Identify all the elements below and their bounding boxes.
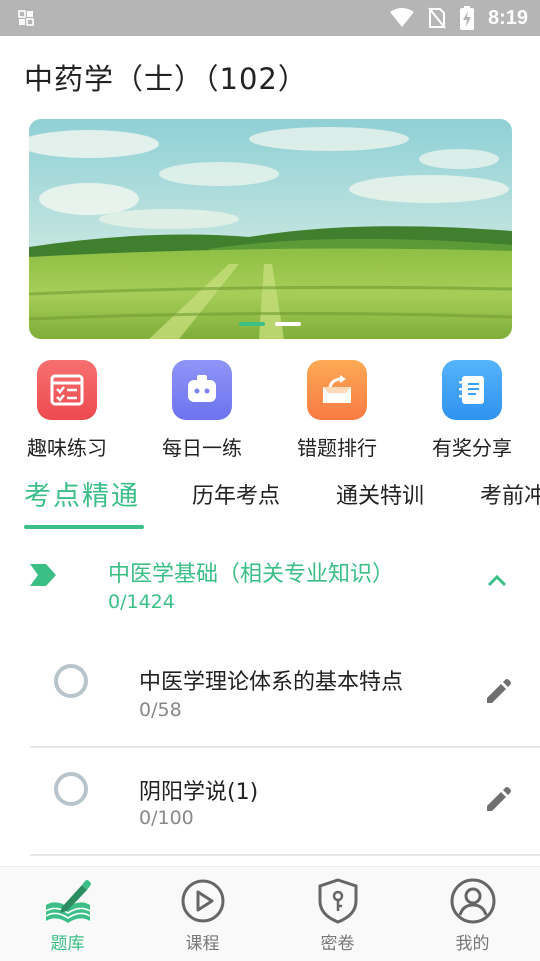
- carousel-dot: [275, 322, 301, 326]
- status-time: 8:19: [487, 6, 528, 29]
- divider: [30, 854, 540, 856]
- chapter-title: 中医学基础（相关专业知识）: [108, 562, 395, 587]
- wifi-icon: [389, 8, 414, 27]
- tab-final-sprint[interactable]: 考前冲刺: [480, 478, 540, 510]
- action-daily-practice[interactable]: 每日一练: [147, 360, 257, 461]
- pencil-icon[interactable]: [484, 786, 512, 814]
- status-bar: 8:19: [0, 0, 540, 36]
- banner-carousel[interactable]: [29, 119, 512, 339]
- action-fun-practice[interactable]: 趣味练习: [12, 360, 122, 461]
- nav-secret-papers[interactable]: 密卷: [270, 867, 405, 961]
- play-circle-icon: [181, 879, 225, 923]
- robot-icon: [172, 360, 232, 420]
- tab-active-indicator: [24, 525, 144, 529]
- action-wrong-ranking[interactable]: 错题排行: [282, 360, 392, 461]
- radio-icon[interactable]: [54, 664, 88, 698]
- banner-image: [29, 119, 512, 339]
- shield-key-icon: [318, 878, 358, 924]
- item-progress: 0/58: [139, 699, 182, 721]
- radio-icon[interactable]: [54, 772, 88, 806]
- no-sim-icon: [428, 7, 446, 29]
- carousel-dot-active: [239, 322, 265, 326]
- chapter-progress: 0/1424: [108, 591, 175, 613]
- chapter-header[interactable]: 中医学基础（相关专业知识） 0/1424: [0, 548, 540, 628]
- nav-question-bank[interactable]: 题库: [0, 867, 135, 961]
- nav-label: 题库: [50, 934, 85, 954]
- book-pen-icon: [45, 880, 91, 923]
- page-title: 中药学（士）（102）: [24, 62, 308, 96]
- tab-pass-training[interactable]: 通关特训: [336, 478, 424, 510]
- list-item[interactable]: 中医学理论体系的基本特点 0/58: [0, 640, 540, 748]
- notebook-icon: [442, 360, 502, 420]
- chapter-flag-icon: [30, 564, 56, 586]
- action-label: 每日一练: [162, 436, 242, 460]
- action-label: 有奖分享: [432, 436, 512, 460]
- list-item[interactable]: 阴阳学说(1) 0/100: [0, 748, 540, 856]
- nav-label: 密卷: [320, 934, 355, 954]
- tab-past-points[interactable]: 历年考点: [192, 478, 280, 510]
- bottom-navigation: 题库 课程 密卷 我的: [0, 866, 540, 961]
- item-title: 阴阳学说(1): [139, 780, 259, 805]
- pencil-icon[interactable]: [484, 678, 512, 706]
- item-title: 中医学理论体系的基本特点: [139, 670, 404, 695]
- tab-mastery[interactable]: 考点精通: [24, 474, 140, 513]
- notification-icon: [18, 10, 34, 26]
- nav-label: 课程: [185, 934, 220, 954]
- category-tabs: 考点精通 历年考点 通关特训 考前冲刺: [0, 470, 540, 532]
- user-circle-icon: [450, 878, 496, 924]
- nav-label: 我的: [455, 934, 490, 954]
- action-reward-share[interactable]: 有奖分享: [417, 360, 527, 461]
- chevron-up-icon[interactable]: [486, 574, 508, 588]
- nav-profile[interactable]: 我的: [405, 867, 540, 961]
- share-folder-icon: [307, 360, 367, 420]
- action-label: 趣味练习: [27, 436, 107, 460]
- quick-actions: 趣味练习 每日一练 错题排行 有奖分享: [0, 360, 540, 460]
- battery-charging-icon: [459, 6, 474, 30]
- action-label: 错题排行: [297, 436, 377, 460]
- nav-courses[interactable]: 课程: [135, 867, 270, 961]
- item-progress: 0/100: [139, 807, 194, 829]
- carousel-indicator: [239, 322, 301, 326]
- practice-checklist-icon: [37, 360, 97, 420]
